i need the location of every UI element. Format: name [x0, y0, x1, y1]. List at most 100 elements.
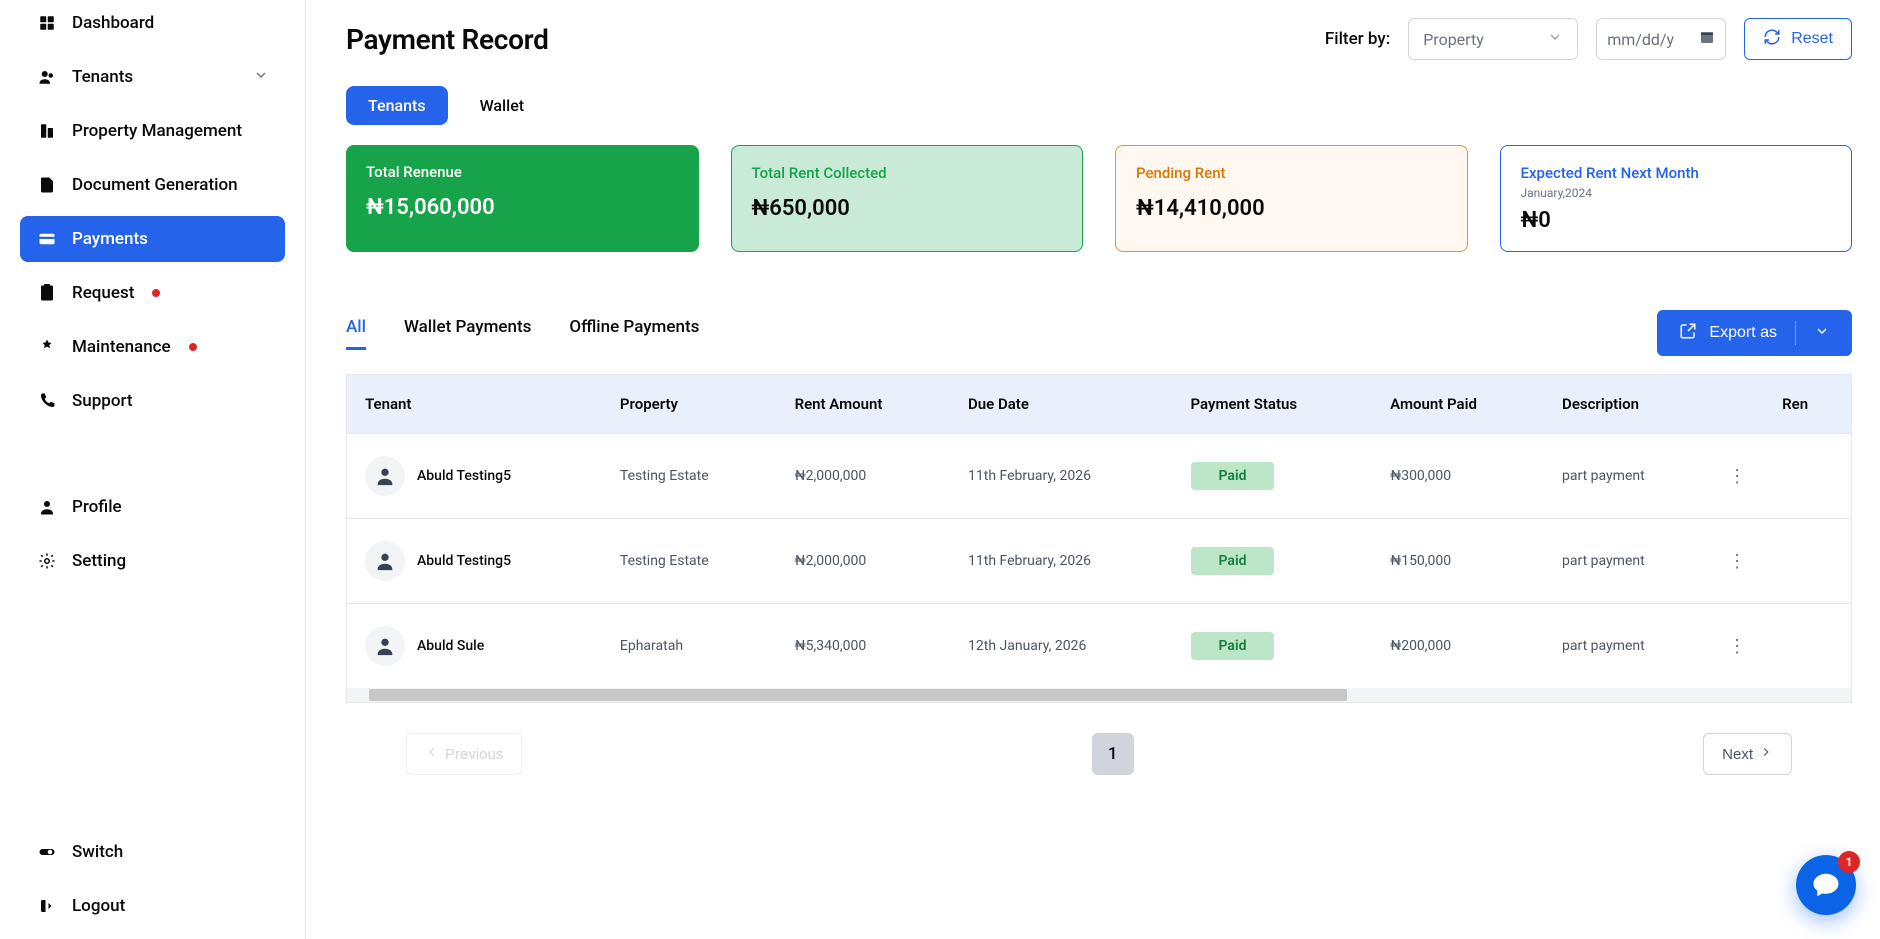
row-menu-button[interactable]: ⋮ [1728, 551, 1746, 572]
setting-icon [36, 550, 58, 572]
card-title: Total Renenue [366, 163, 679, 181]
main-content: Payment Record Filter by: Property mm/dd… [306, 0, 1880, 939]
subtab-all[interactable]: All [346, 317, 366, 350]
sidebar-item-label: Tenants [72, 67, 133, 87]
rent-amount-cell: ₦5,340,000 [777, 604, 950, 689]
col-tenant: Tenant [347, 375, 602, 434]
property-cell: Testing Estate [602, 519, 777, 604]
chevron-right-icon [1759, 745, 1773, 763]
sidebar-item-payments[interactable]: Payments [20, 216, 285, 262]
description-cell: part payment [1544, 519, 1710, 604]
chevron-left-icon [425, 745, 439, 763]
col-description: Description [1544, 375, 1710, 434]
status-badge: Paid [1191, 547, 1275, 575]
date-placeholder: mm/dd/y [1607, 30, 1674, 49]
property-select[interactable]: Property [1408, 18, 1578, 60]
sidebar-item-label: Request [72, 283, 134, 303]
date-input[interactable]: mm/dd/y [1596, 18, 1726, 60]
tenant-name: Abuld Testing5 [417, 468, 511, 484]
table-header-row: Tenant Property Rent Amount Due Date Pay… [347, 375, 1851, 434]
sidebar: Dashboard Tenants Property Management [0, 0, 306, 939]
tab-wallet[interactable]: Wallet [458, 86, 547, 125]
due-date-cell: 11th February, 2026 [950, 519, 1173, 604]
sidebar-item-dashboard[interactable]: Dashboard [20, 0, 285, 46]
tenant-name: Abuld Testing5 [417, 553, 511, 569]
row-menu-button[interactable]: ⋮ [1728, 466, 1746, 487]
next-button[interactable]: Next [1703, 733, 1792, 775]
sidebar-item-label: Property Management [72, 121, 242, 141]
calendar-icon [1699, 29, 1715, 49]
export-button[interactable]: Export as [1657, 310, 1852, 356]
sidebar-item-profile[interactable]: Profile [20, 484, 285, 530]
rent-amount-cell: ₦2,000,000 [777, 434, 950, 519]
sidebar-item-property-management[interactable]: Property Management [20, 108, 285, 154]
table-row: Abuld Testing5 Testing Estate ₦2,000,000… [347, 519, 1851, 604]
col-rent-amount: Rent Amount [777, 375, 950, 434]
col-ren: Ren [1764, 375, 1851, 434]
sidebar-item-logout[interactable]: Logout [20, 883, 285, 929]
avatar [365, 456, 405, 496]
sidebar-item-support[interactable]: Support [20, 378, 285, 424]
previous-button[interactable]: Previous [406, 733, 522, 775]
maintenance-icon [36, 336, 58, 358]
filter-label: Filter by: [1325, 29, 1390, 49]
page-number[interactable]: 1 [1092, 733, 1134, 775]
property-cell: Epharatah [602, 604, 777, 689]
sidebar-item-label: Maintenance [72, 337, 171, 357]
sidebar-item-switch[interactable]: Switch [20, 829, 285, 875]
col-payment-status: Payment Status [1173, 375, 1373, 434]
refresh-icon [1763, 28, 1781, 51]
payments-table: Tenant Property Rent Amount Due Date Pay… [346, 374, 1852, 703]
chat-badge: 1 [1838, 851, 1860, 873]
avatar [365, 626, 405, 666]
col-amount-paid: Amount Paid [1372, 375, 1544, 434]
card-total-revenue: Total Renenue ₦15,060,000 [346, 145, 699, 252]
card-value: ₦14,410,000 [1136, 196, 1447, 221]
scrollbar-thumb[interactable] [369, 689, 1347, 701]
payments-icon [36, 228, 58, 250]
card-title: Expected Rent Next Month [1521, 164, 1832, 182]
subtab-offline-payments[interactable]: Offline Payments [569, 317, 699, 350]
notification-dot [152, 289, 160, 297]
sidebar-item-request[interactable]: Request [20, 270, 285, 316]
sidebar-item-label: Profile [72, 497, 122, 517]
card-rent-collected: Total Rent Collected ₦650,000 [731, 145, 1084, 252]
card-expected-rent: Expected Rent Next Month January,2024 ₦0 [1500, 145, 1853, 252]
card-value: ₦650,000 [752, 196, 1063, 221]
sidebar-item-document-generation[interactable]: Document Generation [20, 162, 285, 208]
tab-tenants[interactable]: Tenants [346, 86, 448, 125]
page-title: Payment Record [346, 23, 549, 56]
property-select-placeholder: Property [1423, 30, 1484, 49]
property-cell: Testing Estate [602, 434, 777, 519]
chat-widget[interactable]: 1 [1796, 855, 1856, 915]
reset-button[interactable]: Reset [1744, 18, 1852, 60]
reset-label: Reset [1791, 30, 1833, 48]
tenant-name: Abuld Sule [417, 638, 484, 654]
notification-dot [189, 343, 197, 351]
amount-paid-cell: ₦150,000 [1372, 519, 1544, 604]
status-badge: Paid [1191, 632, 1275, 660]
logout-icon [36, 895, 58, 917]
row-menu-button[interactable]: ⋮ [1728, 636, 1746, 657]
due-date-cell: 12th January, 2026 [950, 604, 1173, 689]
sidebar-item-tenants[interactable]: Tenants [20, 54, 285, 100]
sidebar-item-label: Payments [72, 229, 148, 249]
col-property: Property [602, 375, 777, 434]
chevron-down-icon [1547, 29, 1563, 49]
sidebar-item-label: Document Generation [72, 175, 238, 195]
card-title: Total Rent Collected [752, 164, 1063, 182]
sidebar-item-maintenance[interactable]: Maintenance [20, 324, 285, 370]
sidebar-item-label: Logout [72, 896, 125, 916]
subtab-wallet-payments[interactable]: Wallet Payments [404, 317, 531, 350]
sidebar-item-setting[interactable]: Setting [20, 538, 285, 584]
avatar [365, 541, 405, 581]
tenants-icon [36, 66, 58, 88]
export-icon [1679, 322, 1697, 345]
sidebar-item-label: Dashboard [72, 13, 154, 33]
card-title: Pending Rent [1136, 164, 1447, 182]
amount-paid-cell: ₦200,000 [1372, 604, 1544, 689]
property-icon [36, 120, 58, 142]
horizontal-scrollbar[interactable] [347, 688, 1851, 702]
amount-paid-cell: ₦300,000 [1372, 434, 1544, 519]
switch-icon [36, 841, 58, 863]
